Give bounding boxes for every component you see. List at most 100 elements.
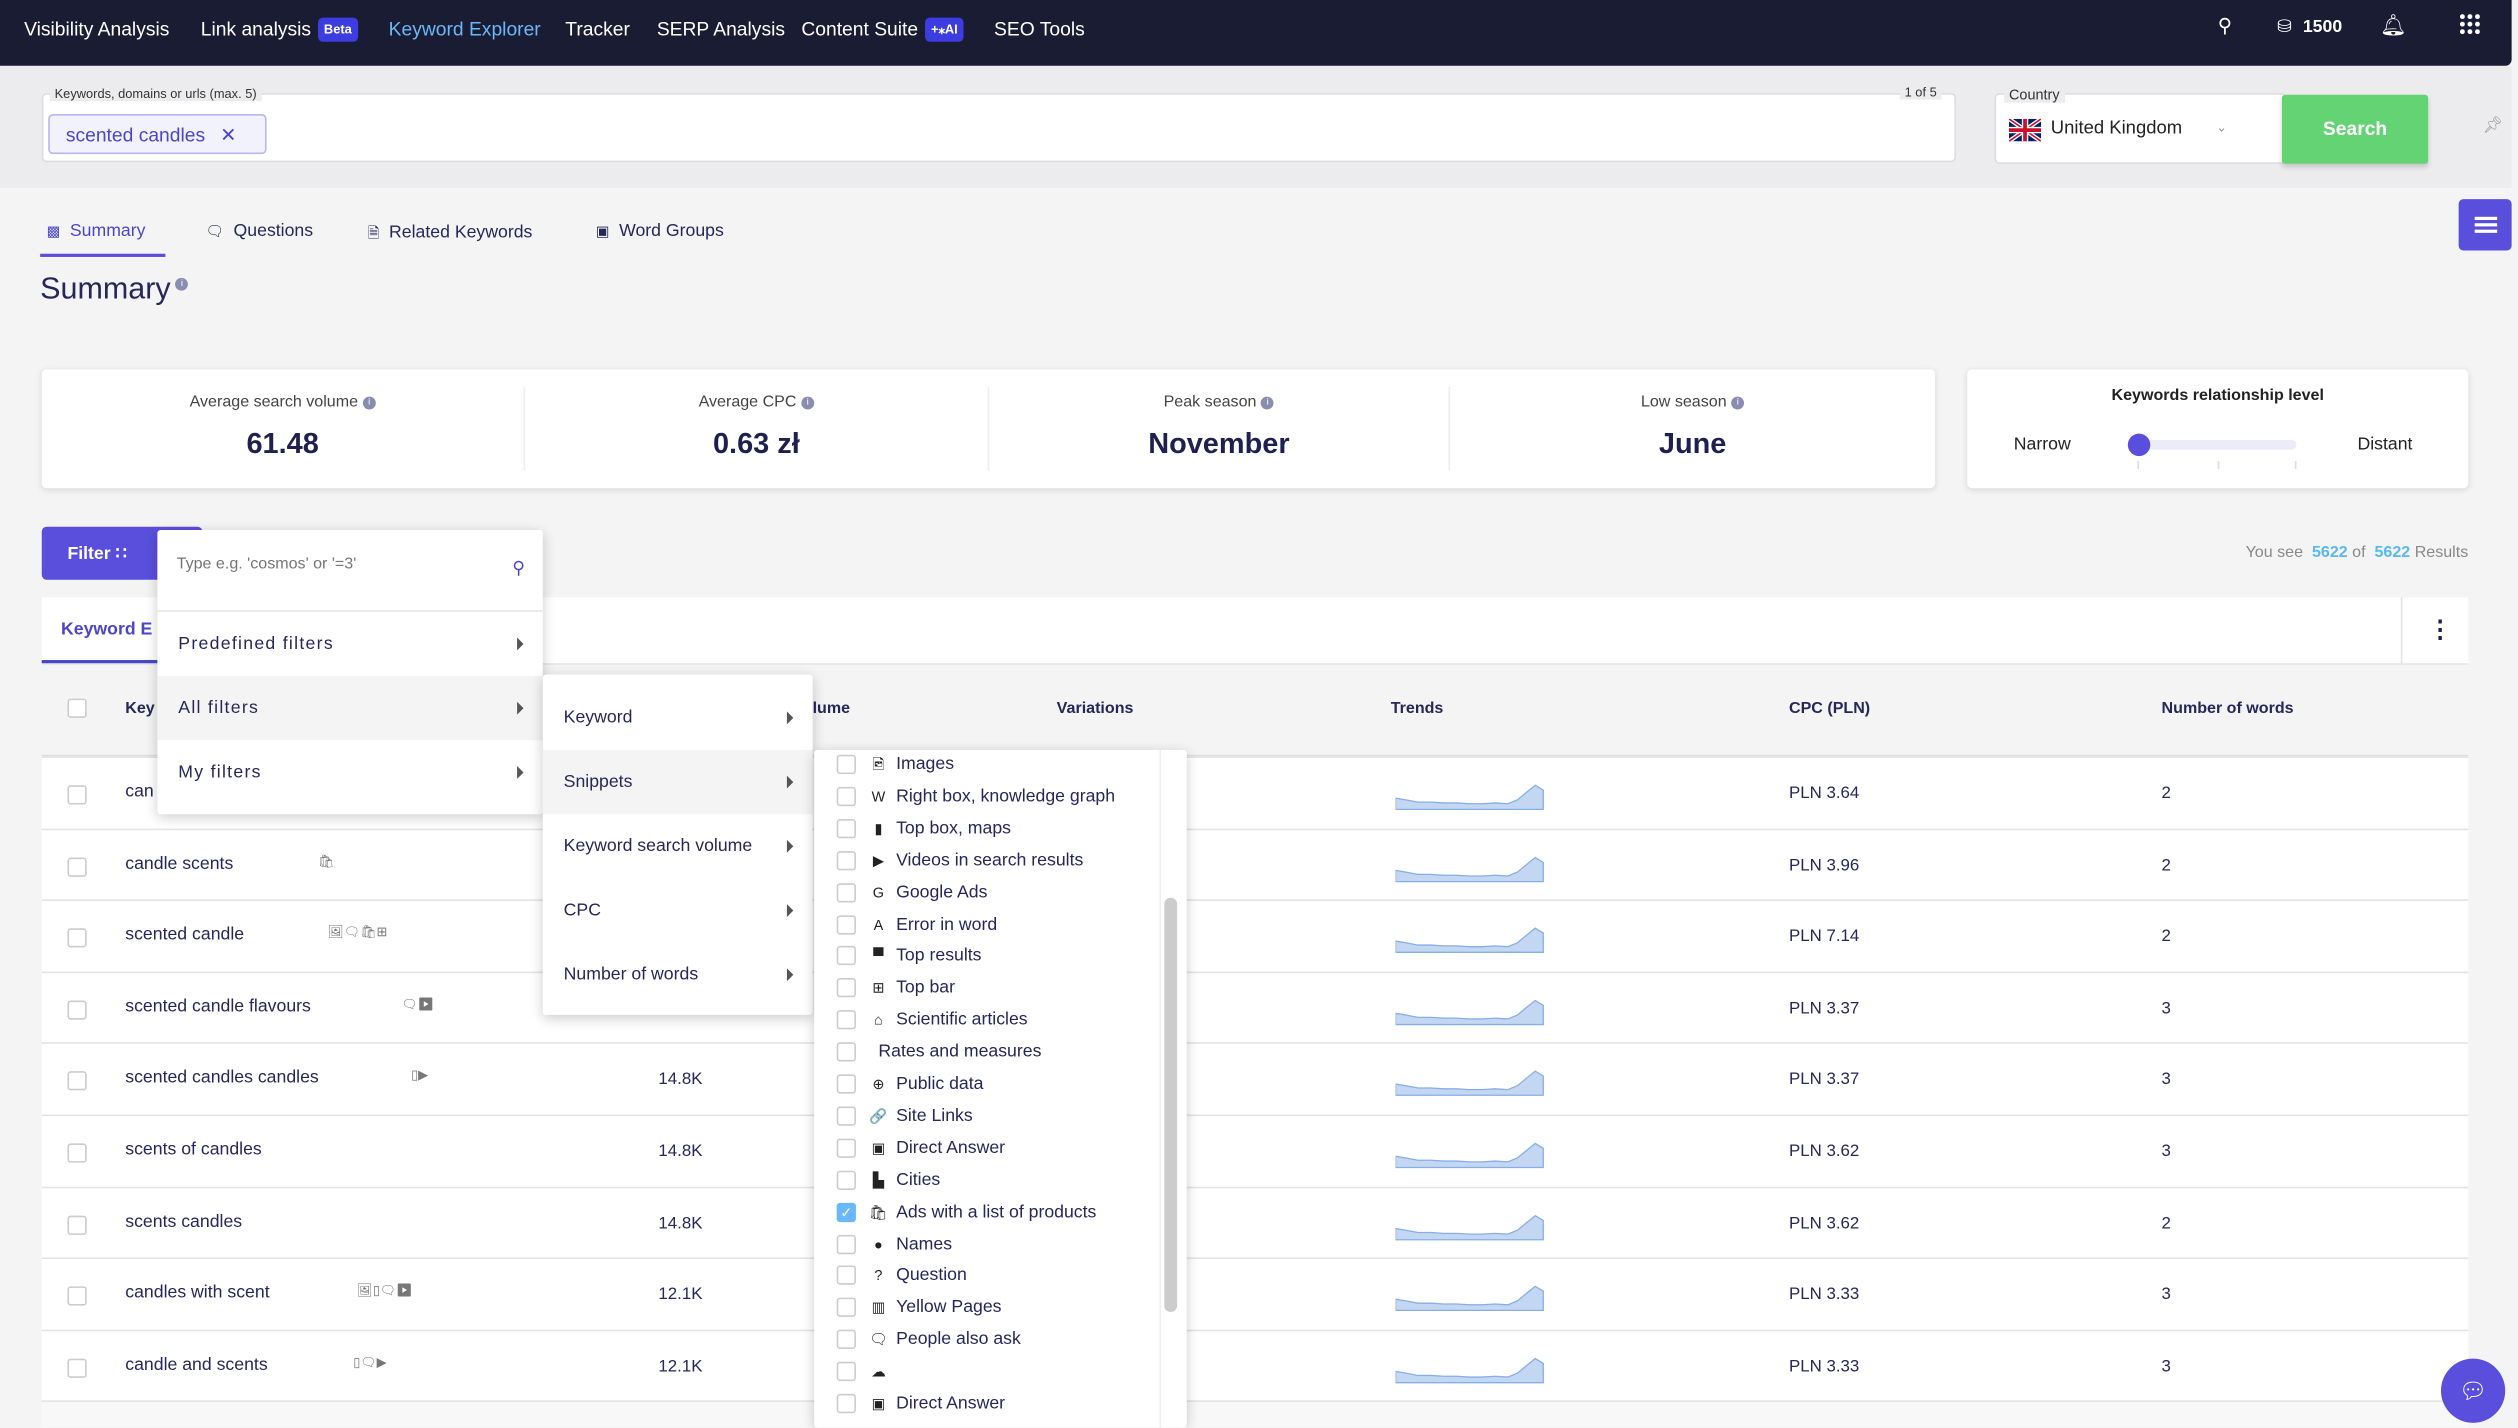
table-row[interactable]: candle scents 🛍 PLN 3.96 2: [41, 827, 2469, 900]
more-options-icon[interactable]: ⋮: [2428, 615, 2452, 644]
search-button[interactable]: Search: [2281, 94, 2429, 164]
keyword-cell[interactable]: scents of candles: [125, 1140, 262, 1159]
nav-item[interactable]: Link analysis Beta: [201, 17, 359, 42]
snippet-option[interactable]: ⌂ Scientific articles: [836, 1004, 1150, 1036]
snippet-checkbox[interactable]: [836, 754, 856, 775]
scrollbar-track[interactable]: [1159, 749, 1162, 1428]
snippet-option[interactable]: ☁: [836, 1356, 1150, 1388]
snippet-option[interactable]: W Right box, knowledge graph: [836, 780, 1150, 812]
info-icon[interactable]: i: [175, 277, 189, 291]
row-checkbox[interactable]: [67, 928, 87, 948]
menu-toggle-button[interactable]: [2458, 199, 2512, 251]
snippet-checkbox[interactable]: [836, 1393, 856, 1414]
tab-word-groups[interactable]: ▣ Word Groups: [596, 222, 724, 241]
snippet-checkbox[interactable]: ✓: [836, 1202, 856, 1222]
info-icon[interactable]: i: [1731, 396, 1745, 410]
snippet-option[interactable]: 🔗 Site Links: [836, 1100, 1150, 1132]
snippet-checkbox[interactable]: [836, 786, 856, 806]
snippet-option[interactable]: Rates and measures: [836, 1036, 1150, 1068]
keyword-cell[interactable]: candle scents: [125, 854, 233, 873]
snippet-checkbox[interactable]: [836, 1138, 856, 1158]
scrollbar-thumb[interactable]: [1164, 897, 1178, 1313]
snippet-checkbox[interactable]: [836, 1329, 856, 1350]
snippet-option[interactable]: ? Question: [836, 1260, 1150, 1292]
row-checkbox[interactable]: [67, 785, 87, 805]
row-checkbox[interactable]: [67, 1286, 87, 1306]
nav-item[interactable]: Tracker: [565, 18, 630, 40]
filter-menu-item[interactable]: All filters: [157, 676, 543, 741]
snippet-checkbox[interactable]: [836, 1266, 856, 1286]
snippet-checkbox[interactable]: [836, 818, 856, 838]
tab-summary[interactable]: ▩ Summary: [47, 222, 146, 241]
info-icon[interactable]: i: [362, 396, 376, 410]
snippet-checkbox[interactable]: [836, 978, 856, 998]
keyword-cell[interactable]: scented candles candles: [125, 1069, 318, 1088]
all-filters-item[interactable]: Keyword: [543, 686, 813, 750]
snippet-option[interactable]: A Error in word: [836, 908, 1150, 940]
pin-icon[interactable]: 📌︎: [2483, 117, 2503, 135]
snippet-checkbox[interactable]: [836, 1010, 856, 1030]
header-cpc[interactable]: CPC (PLN): [1789, 700, 1870, 718]
keyword-cell[interactable]: can: [125, 782, 154, 801]
snippet-checkbox[interactable]: [836, 1361, 856, 1382]
row-checkbox[interactable]: [67, 1143, 87, 1163]
table-row[interactable]: scented candle 🖼🗨🛍⊞ PLN 7.14 2: [41, 899, 2469, 972]
snippet-option[interactable]: ▀ Top results: [836, 940, 1150, 972]
bell-icon[interactable]: 🔔︎: [2380, 13, 2407, 39]
snippet-option[interactable]: ▮ Top box, maps: [836, 812, 1150, 844]
header-keyword[interactable]: Key: [125, 700, 154, 718]
table-row[interactable]: scented candles candles ▯▶ 14.8K PLN 3.3…: [41, 1042, 2469, 1115]
table-row[interactable]: scents candles 14.8K PLN 3.62 2: [41, 1186, 2469, 1258]
slider-handle[interactable]: [2127, 433, 2151, 457]
select-all-checkbox[interactable]: [67, 698, 87, 718]
keyword-cell[interactable]: scented candle flavours: [125, 997, 311, 1016]
snippet-checkbox[interactable]: [836, 1074, 856, 1094]
tab-keyword-explorer[interactable]: Keyword E: [61, 620, 152, 639]
info-icon[interactable]: i: [1261, 396, 1275, 410]
snippet-checkbox[interactable]: [836, 914, 856, 934]
header-volume[interactable]: lume: [813, 700, 850, 718]
tab-related-keywords[interactable]: 🗎︎ Related Keywords: [368, 222, 533, 248]
keywords-input[interactable]: [41, 93, 1956, 163]
snippet-checkbox[interactable]: [836, 882, 856, 902]
snippet-checkbox[interactable]: [836, 946, 856, 966]
all-filters-item[interactable]: Keyword search volume: [543, 814, 813, 878]
table-row[interactable]: scented candle flavours 🗨▶ PLN 3.37 3: [41, 971, 2469, 1043]
tab-questions[interactable]: 🗨︎ Questions: [206, 222, 314, 241]
snippet-option[interactable]: ✓ 🛍 Ads with a list of products: [836, 1196, 1150, 1228]
snippet-option[interactable]: ▣ Direct Answer: [836, 1132, 1150, 1164]
relationship-slider[interactable]: [2127, 440, 2297, 450]
row-checkbox[interactable]: [67, 1071, 87, 1092]
header-number-of-words[interactable]: Number of words: [2162, 700, 2294, 718]
nav-item[interactable]: SEO Tools: [994, 18, 1085, 40]
row-checkbox[interactable]: [67, 1215, 87, 1235]
snippet-option[interactable]: ● Names: [836, 1228, 1150, 1260]
table-row[interactable]: candles with scent 🖼▯🗨▶ 12.1K PLN 3.33 3: [41, 1257, 2469, 1330]
snippet-checkbox[interactable]: [836, 1298, 856, 1318]
info-icon[interactable]: i: [801, 396, 815, 410]
snippet-checkbox[interactable]: [836, 1234, 856, 1254]
close-icon[interactable]: ✕: [220, 124, 236, 146]
country-select[interactable]: United Kingdom ⌄: [1994, 93, 2287, 164]
snippet-checkbox[interactable]: [836, 1106, 856, 1126]
nav-item[interactable]: Content Suite +⁎AI: [801, 17, 965, 42]
keyword-cell[interactable]: scents candles: [125, 1212, 242, 1231]
keyword-cell[interactable]: candles with scent: [125, 1283, 269, 1302]
table-row[interactable]: scents of candles 14.8K PLN 3.62 3: [41, 1114, 2469, 1186]
search-icon[interactable]: ⚲: [512, 557, 525, 578]
nav-item[interactable]: Visibility Analysis: [24, 18, 169, 40]
snippet-checkbox[interactable]: [836, 1042, 856, 1062]
snippet-option[interactable]: G Google Ads: [836, 876, 1150, 908]
filter-menu-item[interactable]: My filters: [157, 740, 542, 804]
snippet-checkbox[interactable]: [836, 1170, 856, 1190]
row-checkbox[interactable]: [67, 856, 87, 877]
search-icon[interactable]: ⚲: [2218, 14, 2232, 36]
snippet-option[interactable]: ▣ Direct Answer: [836, 1387, 1150, 1419]
keyword-cell[interactable]: candle and scents: [125, 1355, 267, 1374]
snippet-option[interactable]: ▥ Yellow Pages: [836, 1292, 1150, 1324]
table-row[interactable]: candle and scents ▯🗨▶ 12.1K PLN 3.33 3: [41, 1329, 2469, 1401]
all-filters-item[interactable]: Snippets: [542, 749, 813, 815]
snippet-option[interactable]: 🖻 Images: [836, 750, 1150, 781]
row-checkbox[interactable]: [67, 1358, 87, 1378]
row-checkbox[interactable]: [67, 1000, 87, 1020]
